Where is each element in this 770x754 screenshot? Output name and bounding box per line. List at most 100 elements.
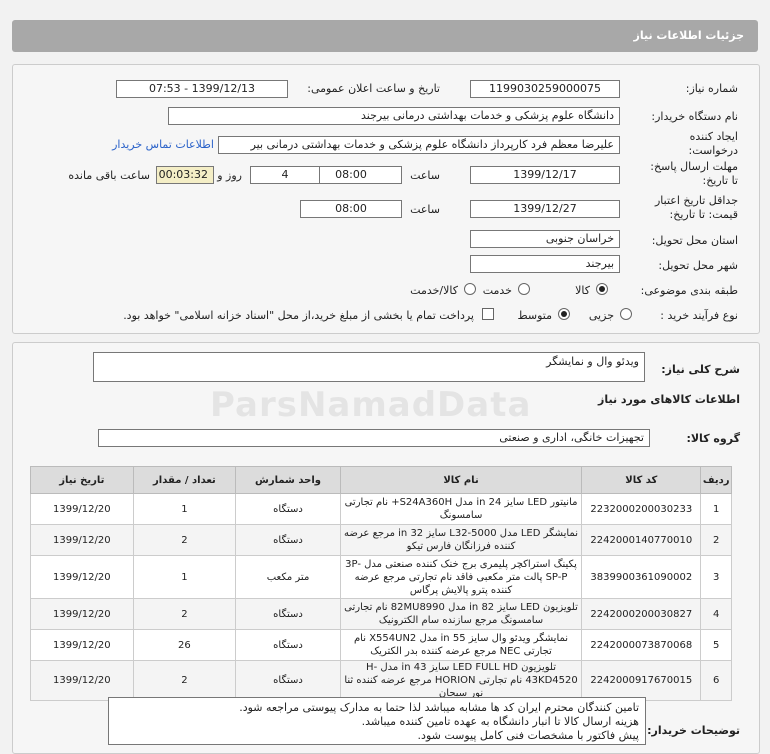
group-label: گروه کالا: <box>686 432 740 445</box>
cell-unit: متر مکعب <box>235 555 341 599</box>
category-goods-radio[interactable] <box>596 283 608 295</box>
province-label: استان محل تحویل: <box>651 234 738 247</box>
remaining-label: ساعت باقی مانده <box>68 169 150 182</box>
validity-date-field: 1399/12/27 <box>470 200 620 218</box>
cell-row-number: 6 <box>700 660 732 701</box>
category-service-radio[interactable] <box>518 283 530 295</box>
cell-name: تلویزیون LED سایز 82 in مدل 82MU8990 نام… <box>339 598 583 630</box>
process-medium-radio[interactable] <box>558 308 570 320</box>
page-title: جزئیات اطلاعات نیاز <box>633 29 745 42</box>
watermark-text: ParsNamadData <box>210 385 532 425</box>
cell-quantity: 1 <box>132 555 237 599</box>
province-field: خراسان جنوبی <box>470 230 620 248</box>
buyer-note-line: تامین کنندگان محترم ایران کد ها مشابه می… <box>239 701 639 714</box>
summary-field: ویدئو وال و نمایشگر <box>93 352 645 382</box>
summary-label: شرح کلی نیاز: <box>661 363 740 376</box>
validity-time-field: 08:00 <box>300 200 402 218</box>
cell-row-number: 5 <box>700 629 732 661</box>
cell-row-number: 4 <box>700 598 732 630</box>
table-row: 6 2242000917670015 تلویزیون LED FULL HD … <box>30 660 732 701</box>
cell-quantity: 2 <box>132 660 237 701</box>
goods-table: ردیف کد کالا نام کالا واحد شمارش تعداد /… <box>30 466 732 701</box>
reply-time-label: ساعت <box>410 169 440 182</box>
cell-unit: دستگاه <box>235 493 341 525</box>
col-header-unit: واحد شمارش <box>235 466 341 494</box>
col-header-code: کد کالا <box>581 466 702 494</box>
city-field: بیرجند <box>470 255 620 273</box>
category-service-label: خدمت <box>482 284 512 297</box>
creator-label: ایجاد کننده درخواست: <box>688 130 738 157</box>
category-goods-label: کالا <box>575 284 590 297</box>
cell-code: 2232000200030233 <box>581 493 702 525</box>
buyer-note-line: هزینه ارسال کالا تا انبار دانشگاه به عهد… <box>361 715 639 728</box>
table-row: 1 2232000200030233 مانیتور LED سایز 24 i… <box>30 493 732 525</box>
cell-row-number: 1 <box>700 493 732 525</box>
table-row: 5 2242000073870068 نمایشگر ویدئو وال سای… <box>30 629 732 661</box>
cell-code: 3839900361090002 <box>581 555 702 599</box>
days-label: روز و <box>217 169 242 182</box>
cell-quantity: 2 <box>132 598 237 630</box>
cell-name: مانیتور LED سایز 24 in مدل S24A360H+ نام… <box>339 493 583 525</box>
cell-name: نمایشگر LED مدل L32-5000 سایز 32 in مرجع… <box>339 524 583 556</box>
buyer-notes-label: توضیحات خریدار: <box>647 724 740 737</box>
cell-date: 1399/12/20 <box>30 629 134 661</box>
cell-code: 2242000200030827 <box>581 598 702 630</box>
buyer-notes-field: تامین کنندگان محترم ایران کد ها مشابه می… <box>108 697 646 745</box>
cell-row-number: 3 <box>700 555 732 599</box>
buyer-label: نام دستگاه خریدار: <box>651 110 738 123</box>
cell-unit: دستگاه <box>235 598 341 630</box>
buyer-note-line: پیش فاکتور با مشخصات فنی کامل پیوست شود. <box>417 729 639 742</box>
process-medium-label: متوسط <box>517 309 552 322</box>
cell-code: 2242000073870068 <box>581 629 702 661</box>
col-header-quantity: تعداد / مقدار <box>132 466 237 494</box>
need-number-label: شماره نیاز: <box>685 82 738 95</box>
reply-date-field: 1399/12/17 <box>470 166 620 184</box>
process-label: نوع فرآیند خرید : <box>660 309 738 322</box>
cell-unit: دستگاه <box>235 629 341 661</box>
cell-name: نمایشگر ویدئو وال سایز 55 in مدل X554UN2… <box>339 629 583 661</box>
city-label: شهر محل تحویل: <box>658 259 738 272</box>
cell-unit: دستگاه <box>235 524 341 556</box>
process-small-label: جزیی <box>588 309 614 322</box>
validity-label: جداقل تاریخ اعتبار قیمت: تا تاریخ: <box>654 194 738 221</box>
buyer-field: دانشگاه علوم پزشکی و خدمات بهداشتی درمان… <box>168 107 620 125</box>
days-field: 4 <box>250 166 320 184</box>
cell-quantity: 2 <box>132 524 237 556</box>
payment-note: پرداخت تمام یا بخشی از مبلغ خرید،از محل … <box>123 309 474 322</box>
announce-field: 1399/12/13 - 07:53 <box>116 80 288 98</box>
category-both-radio[interactable] <box>464 283 476 295</box>
announce-label: تاریخ و ساعت اعلان عمومی: <box>307 82 440 95</box>
cell-name: پکینگ استراکچر پلیمری برج خنک کننده صنعت… <box>339 555 583 599</box>
col-header-date: تاریخ نیاز <box>30 466 134 494</box>
table-row: 2 2242000140770010 نمایشگر LED مدل L32-5… <box>30 524 732 556</box>
group-field: تجهیزات خانگی، اداری و صنعتی <box>98 429 650 447</box>
cell-quantity: 1 <box>132 493 237 525</box>
cell-code: 2242000917670015 <box>581 660 702 701</box>
category-label: طبقه بندی موضوعی: <box>640 284 738 297</box>
cell-date: 1399/12/20 <box>30 660 134 701</box>
cell-name: تلویزیون LED FULL HD سایز 43 in مدل H-43… <box>339 660 583 701</box>
cell-quantity: 26 <box>132 629 237 661</box>
validity-time-label: ساعت <box>410 203 440 216</box>
process-small-radio[interactable] <box>620 308 632 320</box>
need-number-field: 1199030259000075 <box>470 80 620 98</box>
page-header: جزئیات اطلاعات نیاز <box>12 20 758 52</box>
cell-unit: دستگاه <box>235 660 341 701</box>
table-row: 4 2242000200030827 تلویزیون LED سایز 82 … <box>30 598 732 630</box>
cell-date: 1399/12/20 <box>30 493 134 525</box>
cell-date: 1399/12/20 <box>30 598 134 630</box>
table-header-row: ردیف کد کالا نام کالا واحد شمارش تعداد /… <box>30 466 732 494</box>
col-header-name: نام کالا <box>339 466 583 494</box>
cell-row-number: 2 <box>700 524 732 556</box>
cell-date: 1399/12/20 <box>30 524 134 556</box>
treasury-payment-checkbox[interactable] <box>482 308 494 320</box>
category-both-label: کالا/خدمت <box>410 284 458 297</box>
cell-code: 2242000140770010 <box>581 524 702 556</box>
cell-date: 1399/12/20 <box>30 555 134 599</box>
contact-info-link[interactable]: اطلاعات تماس خریدار <box>112 138 214 151</box>
goods-info-title: اطلاعات کالاهای مورد نیاز <box>598 393 740 406</box>
col-header-row-number: ردیف <box>700 466 732 494</box>
table-row: 3 3839900361090002 پکینگ استراکچر پلیمری… <box>30 555 732 599</box>
remaining-time-field: 00:03:32 <box>156 166 214 184</box>
creator-field: علیرضا معظم فرد کارپرداز دانشگاه علوم پز… <box>218 136 620 154</box>
